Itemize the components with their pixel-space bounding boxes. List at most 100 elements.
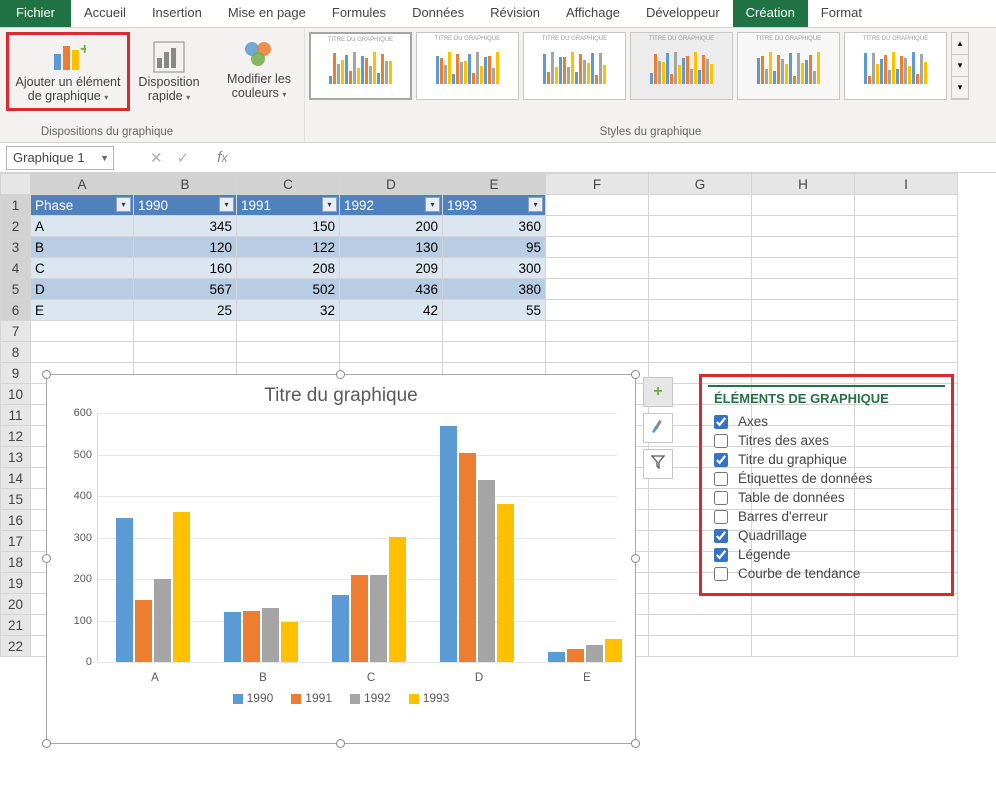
style-scroll-down[interactable]: ▾	[952, 55, 968, 77]
row-head-14[interactable]: 14	[1, 468, 31, 489]
select-all-cell[interactable]	[1, 174, 31, 195]
cell-E4[interactable]: 300	[443, 258, 546, 279]
cell-I2[interactable]	[855, 216, 958, 237]
cell-A7[interactable]	[31, 321, 134, 342]
cell-D8[interactable]	[340, 342, 443, 363]
cell-D4[interactable]: 209	[340, 258, 443, 279]
cell-H20[interactable]	[752, 594, 855, 615]
cell-E7[interactable]	[443, 321, 546, 342]
cell-B5[interactable]: 567	[134, 279, 237, 300]
chart-styles-button[interactable]	[643, 413, 673, 443]
cell-I8[interactable]	[855, 342, 958, 363]
cell-G22[interactable]	[649, 636, 752, 657]
cell-A3[interactable]: B	[31, 237, 134, 258]
cell-H2[interactable]	[752, 216, 855, 237]
cell-F2[interactable]	[546, 216, 649, 237]
filter-icon[interactable]: ▾	[116, 197, 131, 212]
cell-I20[interactable]	[855, 594, 958, 615]
style-gallery-expand[interactable]: ▾	[952, 77, 968, 99]
cell-B4[interactable]: 160	[134, 258, 237, 279]
cell-A1[interactable]: Phase▾	[31, 195, 134, 216]
cell-H22[interactable]	[752, 636, 855, 657]
style-scroll-up[interactable]: ▴	[952, 33, 968, 55]
cell-F5[interactable]	[546, 279, 649, 300]
cell-H5[interactable]	[752, 279, 855, 300]
cell-A4[interactable]: C	[31, 258, 134, 279]
bar-E-1993[interactable]	[605, 639, 622, 662]
cell-G4[interactable]	[649, 258, 752, 279]
cell-G20[interactable]	[649, 594, 752, 615]
legend-item-1990[interactable]: 1990	[233, 691, 274, 705]
bar-C-1992[interactable]	[370, 575, 387, 662]
cell-D5[interactable]: 436	[340, 279, 443, 300]
bar-C-1990[interactable]	[332, 595, 349, 662]
filter-icon[interactable]: ▾	[425, 197, 440, 212]
cell-F4[interactable]	[546, 258, 649, 279]
cell-I1[interactable]	[855, 195, 958, 216]
chart-element-checkbox[interactable]	[714, 415, 728, 429]
row-head-3[interactable]: 3	[1, 237, 31, 258]
bar-E-1990[interactable]	[548, 652, 565, 662]
chart-element-option[interactable]: Axes	[708, 412, 945, 431]
tab-file[interactable]: Fichier	[0, 0, 71, 27]
cell-H4[interactable]	[752, 258, 855, 279]
row-head-22[interactable]: 22	[1, 636, 31, 657]
row-head-17[interactable]: 17	[1, 531, 31, 552]
bar-C-1993[interactable]	[389, 537, 406, 662]
chart-style-1[interactable]: TITRE DU GRAPHIQUE	[309, 32, 412, 100]
legend-item-1993[interactable]: 1993	[409, 691, 450, 705]
chart-element-checkbox[interactable]	[714, 434, 728, 448]
chart-element-checkbox[interactable]	[714, 491, 728, 505]
chart-elements-button[interactable]: +	[643, 377, 673, 407]
name-box[interactable]: Graphique 1▼	[6, 146, 114, 170]
cell-G5[interactable]	[649, 279, 752, 300]
chart-element-checkbox[interactable]	[714, 548, 728, 562]
cell-C3[interactable]: 122	[237, 237, 340, 258]
cell-E8[interactable]	[443, 342, 546, 363]
cell-E6[interactable]: 55	[443, 300, 546, 321]
cell-F7[interactable]	[546, 321, 649, 342]
cell-I3[interactable]	[855, 237, 958, 258]
chart-object[interactable]: Titre du graphique 0100200300400500600AB…	[46, 374, 636, 744]
cell-F6[interactable]	[546, 300, 649, 321]
cell-C1[interactable]: 1991▾	[237, 195, 340, 216]
cell-E5[interactable]: 380	[443, 279, 546, 300]
col-head-D[interactable]: D	[340, 174, 443, 195]
cell-B3[interactable]: 120	[134, 237, 237, 258]
cell-A8[interactable]	[31, 342, 134, 363]
cell-B6[interactable]: 25	[134, 300, 237, 321]
row-head-6[interactable]: 6	[1, 300, 31, 321]
cell-D2[interactable]: 200	[340, 216, 443, 237]
tab-mise-en-page[interactable]: Mise en page	[215, 0, 319, 27]
add-chart-element-button[interactable]: + Ajouter un élément de graphique ▾	[6, 32, 130, 111]
cell-B7[interactable]	[134, 321, 237, 342]
cell-E2[interactable]: 360	[443, 216, 546, 237]
bar-B-1993[interactable]	[281, 622, 298, 662]
cell-F1[interactable]	[546, 195, 649, 216]
bar-B-1991[interactable]	[243, 611, 260, 662]
row-head-2[interactable]: 2	[1, 216, 31, 237]
col-head-A[interactable]: A	[31, 174, 134, 195]
chart-element-option[interactable]: Étiquettes de données	[708, 469, 945, 488]
cell-A5[interactable]: D	[31, 279, 134, 300]
row-head-9[interactable]: 9	[1, 363, 31, 384]
cell-H1[interactable]	[752, 195, 855, 216]
cell-D3[interactable]: 130	[340, 237, 443, 258]
change-colors-button[interactable]: Modifier les couleurs ▾	[220, 32, 298, 105]
cell-B2[interactable]: 345	[134, 216, 237, 237]
cell-I5[interactable]	[855, 279, 958, 300]
chart-style-4[interactable]: TITRE DU GRAPHIQUE	[630, 32, 733, 100]
cell-C8[interactable]	[237, 342, 340, 363]
col-head-G[interactable]: G	[649, 174, 752, 195]
col-head-I[interactable]: I	[855, 174, 958, 195]
col-head-F[interactable]: F	[546, 174, 649, 195]
bar-E-1991[interactable]	[567, 649, 584, 662]
row-head-18[interactable]: 18	[1, 552, 31, 573]
chart-legend[interactable]: 1990199119921993	[47, 663, 635, 705]
row-head-15[interactable]: 15	[1, 489, 31, 510]
cell-G1[interactable]	[649, 195, 752, 216]
cancel-formula-icon[interactable]: ✕	[150, 149, 163, 167]
chart-filter-button[interactable]	[643, 449, 673, 479]
row-head-7[interactable]: 7	[1, 321, 31, 342]
cell-G21[interactable]	[649, 615, 752, 636]
